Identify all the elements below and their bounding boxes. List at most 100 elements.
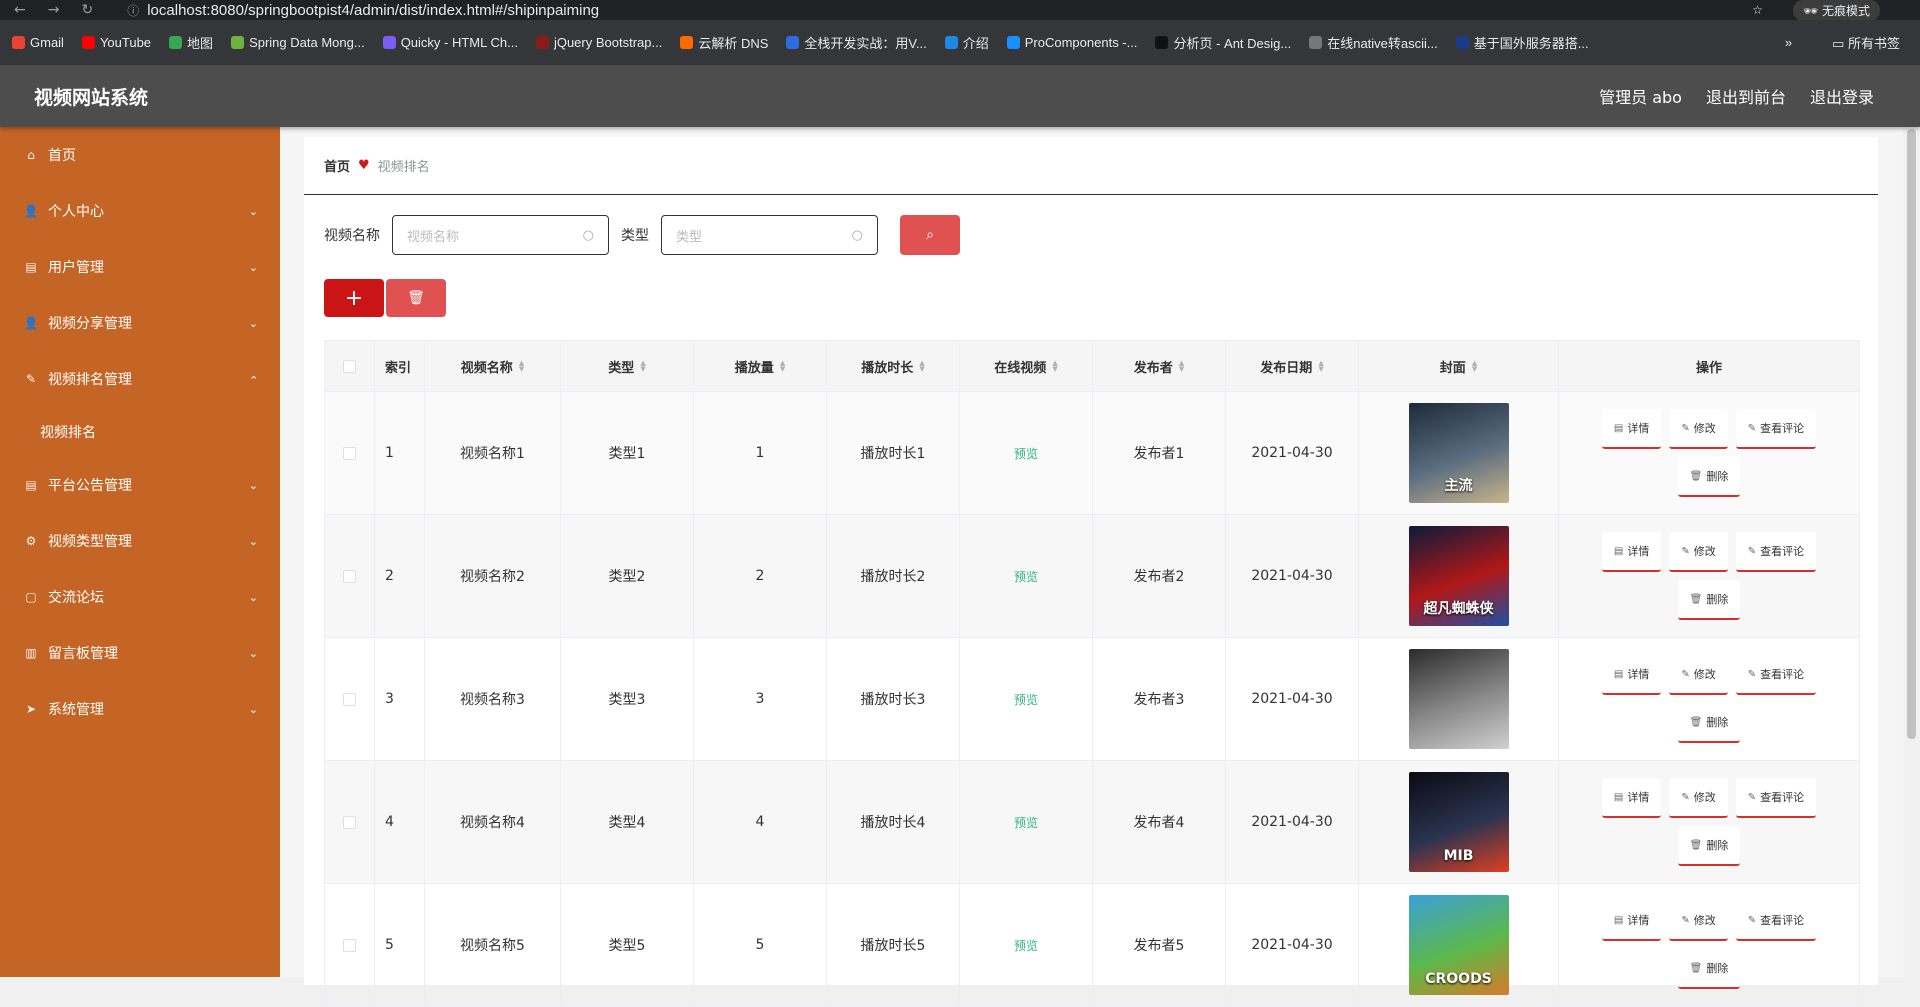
delete-button[interactable]: 🗑 删除 — [1677, 703, 1741, 743]
bookmark-item[interactable]: 全栈开发实战：用V... — [786, 33, 927, 52]
edit-button[interactable]: ✎ 修改 — [1669, 409, 1728, 449]
header-date[interactable]: 发布日期 ▲ ▼ — [1226, 341, 1359, 391]
search-button[interactable]: ⌕ — [900, 215, 960, 255]
cover-image[interactable]: 主流 — [1408, 403, 1509, 503]
delete-button[interactable]: 🗑 删除 — [1677, 580, 1741, 620]
sort-icon[interactable]: ▲ ▼ — [1472, 360, 1477, 373]
header-publisher[interactable]: 发布者 ▲ ▼ — [1093, 341, 1226, 391]
sidebar-subitem-video-ranking[interactable]: 视频排名 — [0, 407, 280, 457]
row-checkbox[interactable] — [343, 815, 356, 829]
cell-cover — [1359, 638, 1559, 760]
sort-icon[interactable]: ▲ ▼ — [1179, 360, 1184, 373]
header-duration[interactable]: 播放时长 ▲ ▼ — [827, 341, 960, 391]
type-input[interactable]: 类型 ○ — [661, 215, 878, 255]
detail-button[interactable]: ▤ 详情 — [1601, 778, 1662, 818]
back-icon[interactable]: ← — [14, 2, 26, 18]
cover-image[interactable]: 超凡蜘蛛侠 — [1408, 526, 1509, 626]
sidebar-item-label: 系统管理 — [48, 702, 104, 718]
row-checkbox[interactable] — [343, 446, 356, 460]
url-text[interactable]: localhost:8080/springbootpist4/admin/dis… — [147, 2, 599, 19]
bookmark-item[interactable]: jQuery Bootstrap... — [535, 35, 662, 50]
sort-icon[interactable]: ▲ ▼ — [640, 360, 645, 373]
scrollbar-thumb[interactable] — [1907, 129, 1916, 739]
bookmark-item[interactable]: 介绍 — [944, 33, 989, 52]
edit-button[interactable]: ✎ 修改 — [1669, 532, 1728, 572]
sort-icon[interactable]: ▲ ▼ — [780, 360, 785, 373]
cover-image[interactable]: MIB — [1408, 772, 1509, 872]
breadcrumb-home[interactable]: 首页 — [324, 156, 350, 175]
header-cover[interactable]: 封面 ▲ ▼ — [1359, 341, 1559, 391]
sort-icon[interactable]: ▲ ▼ — [519, 360, 524, 373]
header-plays[interactable]: 播放量 ▲ ▼ — [694, 341, 827, 391]
preview-link[interactable]: 预览 — [1014, 691, 1038, 708]
detail-button[interactable]: ▤ 详情 — [1601, 532, 1662, 572]
edit-icon: ✎ — [1747, 422, 1757, 434]
bookmark-star-icon[interactable]: ☆ — [1752, 3, 1763, 17]
reload-icon[interactable]: ↻ — [81, 2, 93, 18]
add-button[interactable]: + — [324, 279, 384, 317]
back-to-front-link[interactable]: 退出到前台 — [1706, 84, 1786, 108]
forward-icon[interactable]: → — [48, 2, 60, 18]
preview-link[interactable]: 预览 — [1014, 814, 1038, 831]
sidebar-item[interactable]: ▤ 平台公告管理 ⌄ — [0, 457, 280, 513]
edit-button[interactable]: ✎ 修改 — [1669, 655, 1728, 695]
chevron-right-icon[interactable]: » — [1785, 35, 1792, 50]
bookmark-item[interactable]: Spring Data Mong... — [231, 35, 365, 50]
delete-button[interactable]: 🗑 删除 — [1677, 457, 1741, 497]
view-comments-button[interactable]: ✎ 查看评论 — [1735, 778, 1817, 818]
sidebar-item[interactable]: ⌂ 首页 — [0, 127, 280, 183]
sidebar-item[interactable]: 👤 个人中心 ⌄ — [0, 183, 280, 239]
sort-icon[interactable]: ▲ ▼ — [1318, 360, 1323, 373]
row-checkbox[interactable] — [343, 692, 356, 706]
detail-button[interactable]: ▤ 详情 — [1601, 901, 1662, 941]
bookmark-item[interactable]: 云解析 DNS — [680, 33, 768, 52]
preview-link[interactable]: 预览 — [1014, 937, 1038, 954]
bookmark-item[interactable]: Gmail — [12, 35, 64, 50]
header-name[interactable]: 视频名称 ▲ ▼ — [425, 341, 561, 391]
bookmark-item[interactable]: 分析页 - Ant Desig... — [1155, 33, 1291, 52]
sidebar-item[interactable]: ▢ 交流论坛 ⌄ — [0, 569, 280, 625]
delete-button[interactable]: 🗑 删除 — [1677, 949, 1741, 989]
sidebar-item[interactable]: ✎ 视频排名管理 ⌄ — [0, 351, 280, 407]
preview-link[interactable]: 预览 — [1014, 445, 1038, 462]
all-bookmarks-button[interactable]: ▭ 所有书签 — [1832, 33, 1900, 52]
sort-icon[interactable]: ▲ ▼ — [1052, 360, 1057, 373]
header-type[interactable]: 类型 ▲ ▼ — [561, 341, 694, 391]
edit-button[interactable]: ✎ 修改 — [1669, 901, 1728, 941]
sidebar-item[interactable]: ⚙ 视频类型管理 ⌄ — [0, 513, 280, 569]
video-name-input[interactable]: 视频名称 ○ — [392, 215, 609, 255]
detail-button[interactable]: ▤ 详情 — [1601, 409, 1662, 449]
admin-user-label[interactable]: 管理员 abo — [1599, 84, 1682, 108]
sort-icon[interactable]: ▲ ▼ — [919, 360, 924, 373]
sidebar-item[interactable]: 👤 视频分享管理 ⌄ — [0, 295, 280, 351]
bookmark-item[interactable]: 在线native转ascii... — [1309, 33, 1438, 52]
row-checkbox[interactable] — [343, 938, 356, 952]
select-all-checkbox[interactable] — [343, 359, 356, 373]
cover-image[interactable] — [1408, 649, 1509, 749]
edit-button[interactable]: ✎ 修改 — [1669, 778, 1728, 818]
sidebar-item[interactable]: ▤ 用户管理 ⌄ — [0, 239, 280, 295]
bookmark-item[interactable]: Quicky - HTML Ch... — [382, 35, 518, 50]
preview-link[interactable]: 预览 — [1014, 568, 1038, 585]
view-comments-button[interactable]: ✎ 查看评论 — [1735, 409, 1817, 449]
detail-button[interactable]: ▤ 详情 — [1601, 655, 1662, 695]
cover-image[interactable]: CROODS — [1408, 895, 1509, 995]
view-comments-button[interactable]: ✎ 查看评论 — [1735, 655, 1817, 695]
delete-button[interactable]: 🗑 删除 — [1677, 826, 1741, 866]
incognito-badge[interactable]: 🕶 无痕模式 — [1792, 0, 1880, 21]
bookmark-item[interactable]: YouTube — [81, 35, 151, 50]
view-comments-button[interactable]: ✎ 查看评论 — [1735, 532, 1817, 572]
bookmark-item[interactable]: ProComponents -... — [1006, 35, 1137, 50]
logout-link[interactable]: 退出登录 — [1810, 84, 1874, 108]
row-checkbox[interactable] — [343, 569, 356, 583]
url-field[interactable]: ⓘ localhost:8080/springbootpist4/admin/d… — [127, 2, 599, 19]
header-online[interactable]: 在线视频 ▲ ▼ — [960, 341, 1093, 391]
site-info-icon[interactable]: ⓘ — [127, 2, 139, 19]
page-scrollbar[interactable] — [1903, 127, 1920, 977]
view-comments-button[interactable]: ✎ 查看评论 — [1735, 901, 1817, 941]
sidebar-item[interactable]: ▥ 留言板管理 ⌄ — [0, 625, 280, 681]
bookmark-item[interactable]: 地图 — [169, 33, 213, 52]
sidebar-item[interactable]: ➤ 系统管理 ⌄ — [0, 681, 280, 737]
batch-delete-button[interactable]: 🗑 — [386, 279, 446, 317]
bookmark-item[interactable]: 基于国外服务器搭... — [1455, 33, 1589, 52]
